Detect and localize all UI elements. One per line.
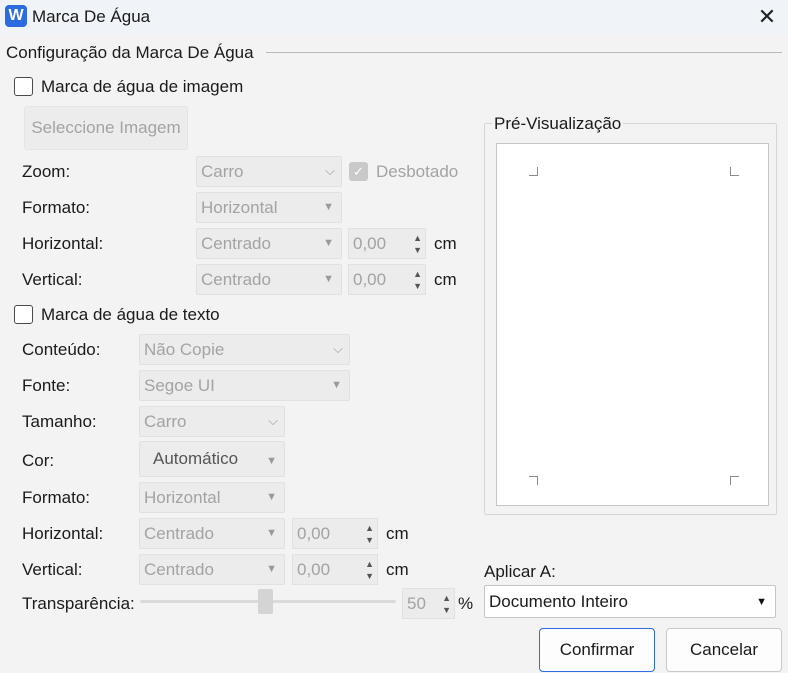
font-select[interactable]: Segoe UI ▼ (139, 370, 350, 401)
group-divider (266, 52, 782, 53)
margin-corner-bottom-right (730, 476, 739, 485)
zoom-select[interactable]: Carro ⌵ (196, 156, 342, 187)
dropdown-arrow-icon: ▼ (266, 563, 277, 575)
dropdown-arrow-icon: ▼ (323, 237, 334, 249)
size-value: Carro (144, 412, 187, 431)
text-vertical-align-select[interactable]: Centrado ▼ (139, 554, 285, 585)
washout-label: Desbotado (376, 162, 459, 181)
chevron-down-icon: ⌵ (268, 413, 278, 428)
image-format-select[interactable]: Horizontal ▼ (196, 192, 342, 223)
spin-up-icon[interactable]: ▲ (413, 233, 422, 243)
image-vertical-offset-spinbox[interactable]: 0,00 ▲ ▼ (348, 264, 426, 295)
spin-down-icon[interactable]: ▼ (365, 571, 374, 581)
apply-to-value: Documento Inteiro (489, 592, 628, 611)
font-label: Fonte: (22, 376, 71, 395)
image-format-label: Formato: (22, 198, 91, 217)
app-logo-icon: W (5, 5, 27, 27)
dropdown-arrow-icon: ▼ (756, 596, 767, 608)
zoom-label: Zoom: (22, 162, 71, 181)
spin-up-icon[interactable]: ▲ (442, 593, 451, 603)
dropdown-arrow-icon: ▼ (323, 201, 334, 213)
spin-down-icon[interactable]: ▼ (413, 281, 422, 291)
content-value: Não Copie (144, 340, 225, 359)
spin-down-icon[interactable]: ▼ (365, 535, 374, 545)
image-vertical-align-value: Centrado (201, 270, 271, 289)
spin-down-icon[interactable]: ▼ (413, 245, 422, 255)
zoom-select-value: Carro (201, 162, 244, 181)
transparency-value: 50 (407, 594, 426, 613)
text-vertical-offset-value: 0,00 (297, 560, 331, 579)
text-horizontal-offset-spinbox[interactable]: 0,00 ▲ ▼ (292, 518, 378, 549)
text-vertical-align-value: Centrado (144, 560, 214, 579)
image-vertical-align-select[interactable]: Centrado ▼ (196, 264, 342, 295)
text-format-label: Formato: (22, 488, 91, 507)
image-watermark-label: Marca de água de imagem (41, 77, 244, 96)
dropdown-arrow-icon: ▼ (266, 491, 277, 503)
chevron-down-icon: ⌵ (325, 163, 335, 178)
dropdown-arrow-icon: ▼ (266, 527, 277, 539)
text-vertical-label: Vertical: (22, 560, 83, 579)
image-horizontal-align-value: Centrado (201, 234, 271, 253)
text-horizontal-align-select[interactable]: Centrado ▼ (139, 518, 285, 549)
dropdown-arrow-icon: ▼ (323, 273, 334, 285)
text-horizontal-unit: cm (386, 524, 409, 543)
image-horizontal-align-select[interactable]: Centrado ▼ (196, 228, 342, 259)
text-horizontal-offset-value: 0,00 (297, 524, 331, 543)
dropdown-arrow-icon: ▼ (331, 379, 342, 391)
transparency-unit: % (458, 594, 474, 613)
text-horizontal-align-value: Centrado (144, 524, 214, 543)
text-format-select[interactable]: Horizontal ▼ (139, 482, 285, 513)
apply-to-select[interactable]: Documento Inteiro ▼ (484, 585, 776, 618)
size-label: Tamanho: (22, 412, 97, 431)
apply-to-label: Aplicar A: (484, 562, 556, 581)
content-select[interactable]: Não Copie ⌵ (139, 334, 350, 365)
preview-page (496, 143, 769, 506)
transparency-spinbox[interactable]: 50 ▲ ▼ (402, 588, 455, 619)
margin-corner-top-left (529, 167, 538, 176)
confirm-button[interactable]: Confirmar (539, 628, 655, 672)
text-horizontal-label: Horizontal: (22, 524, 104, 543)
font-value: Segoe UI (144, 376, 215, 395)
image-horizontal-offset-spinbox[interactable]: 0,00 ▲ ▼ (348, 228, 426, 259)
washout-checkbox[interactable]: ✓ (349, 162, 368, 181)
group-title: Configuração da Marca De Água (6, 43, 254, 62)
color-label: Cor: (22, 451, 55, 470)
text-vertical-unit: cm (386, 560, 409, 579)
chevron-down-icon: ⌵ (333, 341, 343, 356)
text-vertical-offset-spinbox[interactable]: 0,00 ▲ ▼ (292, 554, 378, 585)
dropdown-arrow-icon: ▼ (266, 455, 277, 467)
image-format-value: Horizontal (201, 198, 278, 217)
margin-corner-top-right (730, 167, 739, 176)
cancel-button[interactable]: Cancelar (666, 628, 782, 672)
preview-title: Pré-Visualização (492, 114, 624, 134)
spin-up-icon[interactable]: ▲ (413, 269, 422, 279)
transparency-slider-thumb[interactable] (258, 589, 273, 614)
color-select[interactable]: Automático ▼ (139, 441, 285, 477)
spin-up-icon[interactable]: ▲ (365, 559, 374, 569)
image-watermark-checkbox[interactable] (14, 77, 33, 96)
transparency-label: Transparência: (22, 594, 135, 613)
window-title: Marca De Água (32, 7, 151, 26)
select-image-button[interactable]: Seleccione Imagem (24, 106, 188, 150)
content-label: Conteúdo: (22, 340, 101, 359)
image-vertical-offset-value: 0,00 (353, 270, 387, 289)
image-vertical-unit: cm (434, 270, 457, 289)
margin-corner-bottom-left (529, 476, 538, 485)
spin-down-icon[interactable]: ▼ (442, 605, 451, 615)
image-horizontal-label: Horizontal: (22, 234, 104, 253)
text-format-value: Horizontal (144, 488, 221, 507)
text-watermark-label: Marca de água de texto (41, 305, 220, 324)
spin-up-icon[interactable]: ▲ (365, 523, 374, 533)
color-value: Automático (153, 449, 239, 468)
image-horizontal-unit: cm (434, 234, 457, 253)
size-select[interactable]: Carro ⌵ (139, 406, 285, 437)
image-horizontal-offset-value: 0,00 (353, 234, 387, 253)
text-watermark-checkbox[interactable] (14, 305, 33, 324)
close-icon[interactable]: ✕ (753, 3, 781, 31)
image-vertical-label: Vertical: (22, 270, 83, 289)
